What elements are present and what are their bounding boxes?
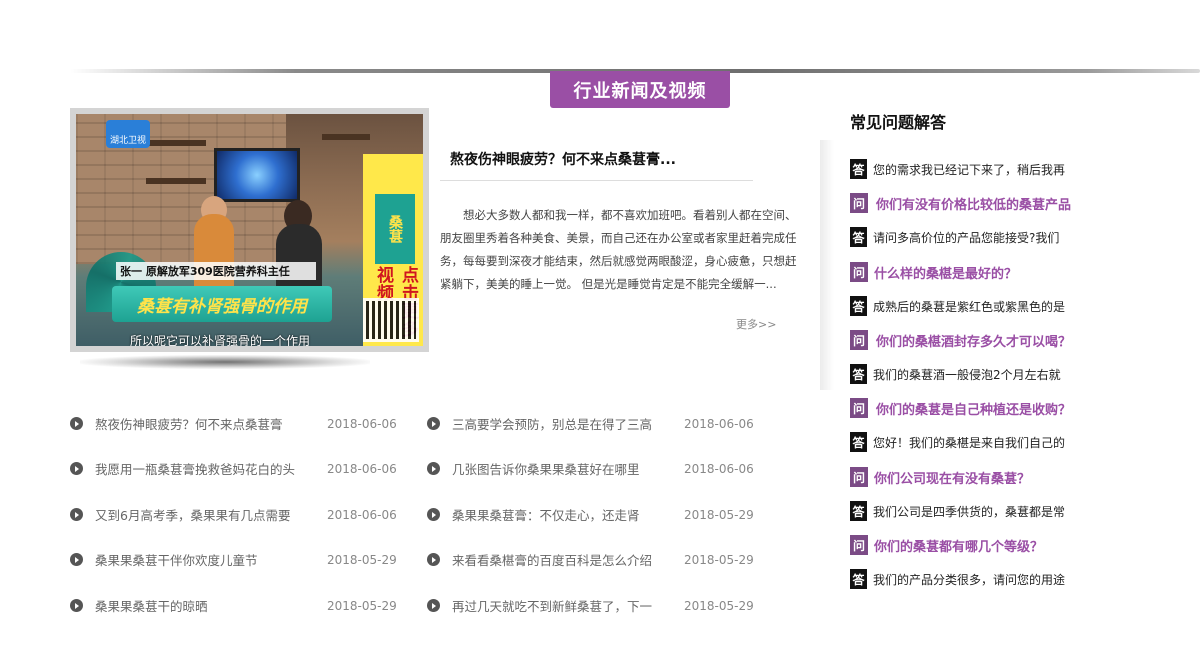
answer-text: 我们的桑葚酒一般侵泡2个月左右就 — [873, 367, 1061, 382]
answer-badge-icon: 答 — [850, 569, 867, 589]
play-bullet-icon — [70, 462, 83, 475]
news-item[interactable]: 几张图告诉你桑果果桑葚好在哪里 2018-06-06 — [427, 459, 754, 478]
answer-text: 成熟后的桑葚是紫红色或紫黑色的是 — [873, 299, 1066, 314]
question-badge-icon: 问 — [850, 398, 868, 418]
news-item[interactable]: 我愿用一瓶桑葚膏挽救爸妈花白的头 2018-06-06 — [70, 459, 397, 478]
qr-code-icon — [363, 298, 419, 342]
news-title[interactable]: 我愿用一瓶桑葚膏挽救爸妈花白的头 — [95, 459, 327, 478]
answer-badge-icon: 答 — [850, 501, 867, 521]
news-title[interactable]: 熬夜伤神眼疲劳？何不来点桑葚膏 — [95, 414, 327, 433]
news-item[interactable]: 又到6月高考季，桑果果有几点需要 2018-06-06 — [70, 505, 397, 524]
answer-badge-icon: 答 — [850, 296, 867, 316]
question-text[interactable]: 什么样的桑椹是最好的？ — [874, 263, 1017, 282]
question-badge-icon: 问 — [850, 535, 868, 555]
faq-answer: 答 请问多高价位的产品您能接受?我们 — [850, 227, 1059, 247]
question-badge-icon: 问 — [850, 467, 868, 487]
news-item[interactable]: 熬夜伤神眼疲劳？何不来点桑葚膏 2018-06-06 — [70, 414, 397, 433]
news-date: 2018-05-29 — [684, 598, 754, 613]
question-text[interactable]: 你们公司现在有没有桑葚？ — [874, 468, 1030, 487]
faq-question[interactable]: 问 你们的桑椹酒封存多久才可以喝？ — [850, 330, 1071, 350]
video-still[interactable]: 湖北卫视 张一 原解放军309医院营养科主任 桑葚有补肾强骨的作用 所以呢它可以… — [76, 114, 423, 346]
news-title[interactable]: 桑果果桑葚膏：不仅走心，还走肾 — [452, 505, 684, 524]
news-date: 2018-06-06 — [684, 461, 754, 476]
answer-text: 我们的产品分类很多，请问您的用途 — [873, 572, 1066, 587]
play-bullet-icon — [427, 599, 440, 612]
faq-question[interactable]: 问 你们的桑葚都有哪几个等级？ — [850, 535, 1043, 555]
news-item[interactable]: 桑果果桑葚干伴你欢度儿童节 2018-05-29 — [70, 550, 397, 569]
news-title[interactable]: 三高要学会预防，别总是在得了三高 — [452, 414, 684, 433]
promo-tag: 桑葚 — [375, 194, 415, 264]
question-text[interactable]: 你们有没有价格比较低的桑葚产品 — [876, 194, 1071, 213]
featured-divider — [440, 180, 753, 181]
question-badge-icon: 问 — [850, 262, 868, 282]
news-item[interactable]: 桑果果桑葚干的晾晒 2018-05-29 — [70, 596, 397, 615]
news-title[interactable]: 几张图告诉你桑果果桑葚好在哪里 — [452, 459, 684, 478]
answer-badge-icon: 答 — [850, 364, 867, 384]
answer-badge-icon: 答 — [850, 227, 867, 247]
tv-screen — [214, 148, 300, 202]
guest-name-caption: 张一 原解放军309医院营养科主任 — [116, 262, 316, 280]
news-title[interactable]: 再过几天就吃不到新鲜桑葚了，下一 — [452, 596, 684, 615]
question-text[interactable]: 你们的桑葚都有哪几个等级？ — [874, 536, 1043, 555]
news-date: 2018-06-06 — [327, 416, 397, 431]
play-bullet-icon — [70, 508, 83, 521]
news-title[interactable]: 桑果果桑葚干的晾晒 — [95, 596, 327, 615]
question-badge-icon: 问 — [850, 193, 868, 213]
play-bullet-icon — [427, 553, 440, 566]
faq-question[interactable]: 问 你们有没有价格比较低的桑葚产品 — [850, 193, 1071, 213]
play-bullet-icon — [70, 599, 83, 612]
play-bullet-icon — [427, 462, 440, 475]
shelf — [322, 134, 370, 140]
faq-answer: 答 我们公司是四季供货的，桑葚都是常 — [850, 501, 1065, 521]
faq-question[interactable]: 问 什么样的桑椹是最好的？ — [850, 262, 1017, 282]
news-item[interactable]: 三高要学会预防，别总是在得了三高 2018-06-06 — [427, 414, 754, 433]
section-title-tab[interactable]: 行业新闻及视频 — [550, 71, 730, 108]
question-text[interactable]: 你们的桑葚是自己种植还是收购？ — [876, 399, 1071, 418]
news-date: 2018-05-29 — [327, 552, 397, 567]
video-shadow — [80, 355, 370, 369]
news-item[interactable]: 来看看桑椹膏的百度百科是怎么介绍 2018-05-29 — [427, 550, 754, 569]
answer-text: 请问多高价位的产品您能接受?我们 — [873, 230, 1060, 245]
video-main-caption: 桑葚有补肾强骨的作用 — [112, 286, 332, 322]
faq-answer: 答 您的需求我已经记下来了，稍后我再 — [850, 159, 1065, 179]
news-date: 2018-06-06 — [684, 416, 754, 431]
faq-answer: 答 我们的产品分类很多，请问您的用途 — [850, 569, 1065, 589]
play-bullet-icon — [70, 417, 83, 430]
news-date: 2018-05-29 — [684, 507, 754, 522]
shelf — [146, 178, 206, 184]
news-date: 2018-05-29 — [327, 598, 397, 613]
question-text[interactable]: 你们的桑椹酒封存多久才可以喝？ — [876, 331, 1071, 350]
question-badge-icon: 问 — [850, 330, 868, 350]
shelf — [146, 140, 206, 146]
answer-text: 您的需求我已经记下来了，稍后我再 — [873, 162, 1066, 177]
news-item[interactable]: 再过几天就吃不到新鲜桑葚了，下一 2018-05-29 — [427, 596, 754, 615]
play-bullet-icon — [427, 508, 440, 521]
faq-divider-shadow — [820, 140, 834, 390]
faq-answer: 答 我们的桑葚酒一般侵泡2个月左右就 — [850, 364, 1061, 384]
faq-answer: 答 成熟后的桑葚是紫红色或紫黑色的是 — [850, 296, 1065, 316]
video-subtitle: 所以呢它可以补肾强骨的一个作用 — [130, 334, 311, 346]
faq-heading: 常见问题解答 — [850, 113, 947, 132]
news-title[interactable]: 来看看桑椹膏的百度百科是怎么介绍 — [452, 550, 684, 569]
news-item[interactable]: 桑果果桑葚膏：不仅走心，还走肾 2018-05-29 — [427, 505, 754, 524]
answer-text: 我们公司是四季供货的，桑葚都是常 — [873, 504, 1066, 519]
news-title[interactable]: 又到6月高考季，桑果果有几点需要 — [95, 505, 327, 524]
answer-badge-icon: 答 — [850, 159, 867, 179]
news-date: 2018-06-06 — [327, 507, 397, 522]
channel-logo: 湖北卫视 — [106, 120, 150, 148]
answer-badge-icon: 答 — [850, 432, 867, 452]
featured-article-title[interactable]: 熬夜伤神眼疲劳？何不来点桑葚膏... — [450, 149, 676, 169]
news-date: 2018-05-29 — [684, 552, 754, 567]
more-link[interactable]: 更多>> — [736, 316, 776, 332]
video-thumbnail[interactable]: 湖北卫视 张一 原解放军309医院营养科主任 桑葚有补肾强骨的作用 所以呢它可以… — [70, 108, 429, 352]
featured-article-body: 想必大多数人都和我一样，都不喜欢加班吧。看着别人都在空间、朋友圈里秀着各种美食、… — [440, 208, 797, 291]
faq-question[interactable]: 问 你们的桑葚是自己种植还是收购？ — [850, 398, 1071, 418]
news-date: 2018-06-06 — [327, 461, 397, 476]
faq-question[interactable]: 问 你们公司现在有没有桑葚？ — [850, 467, 1030, 487]
play-bullet-icon — [427, 417, 440, 430]
faq-answer: 答 您好！我们的桑椹是来自我们自己的 — [850, 432, 1065, 452]
play-bullet-icon — [70, 553, 83, 566]
news-title[interactable]: 桑果果桑葚干伴你欢度儿童节 — [95, 550, 327, 569]
answer-text: 您好！我们的桑椹是来自我们自己的 — [873, 435, 1066, 450]
